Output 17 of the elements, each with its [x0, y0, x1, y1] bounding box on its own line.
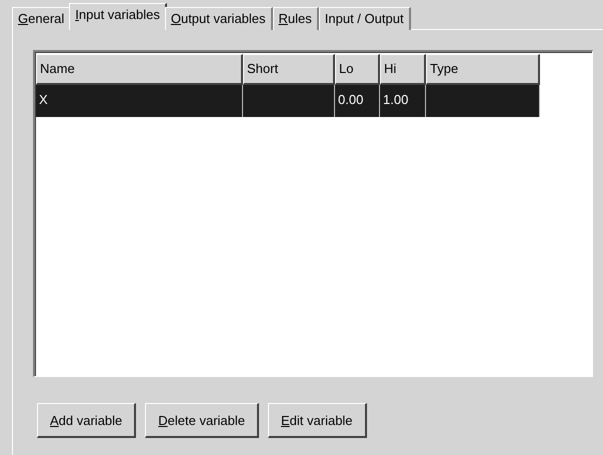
variable-button[interactable]: Delete variable	[145, 403, 259, 438]
tab[interactable]: Output variables	[164, 7, 273, 30]
tab[interactable]: Rules	[272, 7, 319, 30]
column-header[interactable]: Short	[243, 54, 335, 85]
tab[interactable]: Input / Output	[318, 7, 411, 30]
column-header[interactable]: Hi	[380, 54, 426, 85]
column-header[interactable]: Type	[426, 54, 540, 85]
table-cell: 0.00	[338, 92, 364, 107]
column-header[interactable]: Name	[36, 54, 243, 85]
table-cell: X	[39, 92, 48, 107]
column-header[interactable]: Lo	[335, 54, 380, 85]
table-row[interactable]: X 0.00 1.00	[36, 85, 540, 117]
variable-button[interactable]: Add variable	[37, 403, 136, 438]
variable-button[interactable]: Edit variable	[268, 403, 367, 438]
tab[interactable]: General	[12, 7, 72, 30]
tab[interactable]: Input variables	[69, 3, 167, 30]
table-cell: 1.00	[383, 92, 408, 107]
